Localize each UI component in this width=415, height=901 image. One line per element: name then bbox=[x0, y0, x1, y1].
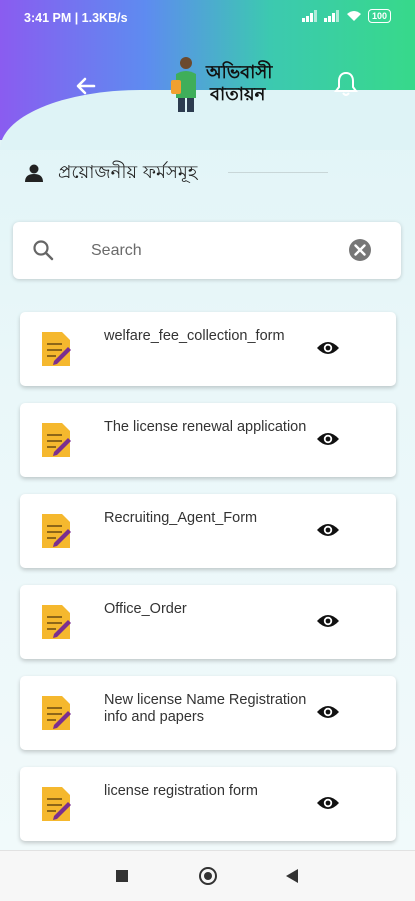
signal-icon-2 bbox=[323, 10, 339, 22]
form-title: Recruiting_Agent_Form bbox=[104, 510, 258, 526]
wifi-icon bbox=[346, 11, 361, 21]
section-divider bbox=[228, 172, 328, 173]
search-bar bbox=[13, 222, 401, 279]
form-card[interactable]: welfare_fee_collection_form bbox=[20, 312, 396, 386]
form-card[interactable]: license registration form bbox=[20, 767, 396, 841]
migrant-figure-icon bbox=[171, 57, 196, 112]
form-title: license registration form bbox=[104, 783, 258, 799]
status-icons: 100 bbox=[301, 9, 391, 23]
notification-bell-icon[interactable] bbox=[333, 70, 359, 98]
section-title: প্রয়োজনীয় ফর্মসমূহ bbox=[58, 161, 198, 183]
search-input[interactable] bbox=[89, 237, 333, 265]
view-eye-icon[interactable] bbox=[316, 612, 340, 630]
recent-apps-button[interactable] bbox=[116, 870, 128, 882]
status-bar: 3:41 PM | 1.3KB/s 100 bbox=[0, 0, 415, 36]
back-arrow-icon[interactable] bbox=[72, 72, 100, 100]
document-edit-icon bbox=[42, 332, 71, 366]
form-title: Office_Order bbox=[104, 601, 187, 617]
view-eye-icon[interactable] bbox=[316, 339, 340, 357]
view-eye-icon[interactable] bbox=[316, 703, 340, 721]
document-edit-icon bbox=[42, 605, 71, 639]
form-card[interactable]: Office_Order bbox=[20, 585, 396, 659]
document-edit-icon bbox=[42, 514, 71, 548]
search-icon bbox=[33, 240, 54, 261]
form-card[interactable]: Recruiting_Agent_Form bbox=[20, 494, 396, 568]
system-back-button[interactable] bbox=[286, 869, 298, 883]
status-time: 3:41 PM | 1.3KB/s bbox=[24, 11, 128, 25]
home-button[interactable] bbox=[199, 867, 217, 885]
app-logo: অভিবাসী বাতায়ন bbox=[168, 52, 278, 114]
form-title: welfare_fee_collection_form bbox=[104, 328, 285, 344]
view-eye-icon[interactable] bbox=[316, 794, 340, 812]
document-edit-icon bbox=[42, 787, 71, 821]
view-eye-icon[interactable] bbox=[316, 521, 340, 539]
clear-search-icon[interactable] bbox=[348, 238, 372, 262]
system-navigation-bar bbox=[0, 850, 415, 901]
form-title: The license renewal application bbox=[104, 419, 307, 435]
battery-icon: 100 bbox=[367, 9, 391, 23]
document-edit-icon bbox=[42, 696, 71, 730]
form-card[interactable]: New license Name Registration info and p… bbox=[20, 676, 396, 750]
view-eye-icon[interactable] bbox=[316, 430, 340, 448]
form-title: New license Name Registration info and p… bbox=[104, 692, 307, 725]
person-icon bbox=[25, 164, 43, 182]
signal-icon bbox=[301, 10, 317, 22]
logo-text-line2: বাতায়ন bbox=[210, 84, 266, 105]
section-header: প্রয়োজনীয় ফর্মসমূহ bbox=[24, 158, 197, 188]
form-card[interactable]: The license renewal application bbox=[20, 403, 396, 477]
document-edit-icon bbox=[42, 423, 71, 457]
